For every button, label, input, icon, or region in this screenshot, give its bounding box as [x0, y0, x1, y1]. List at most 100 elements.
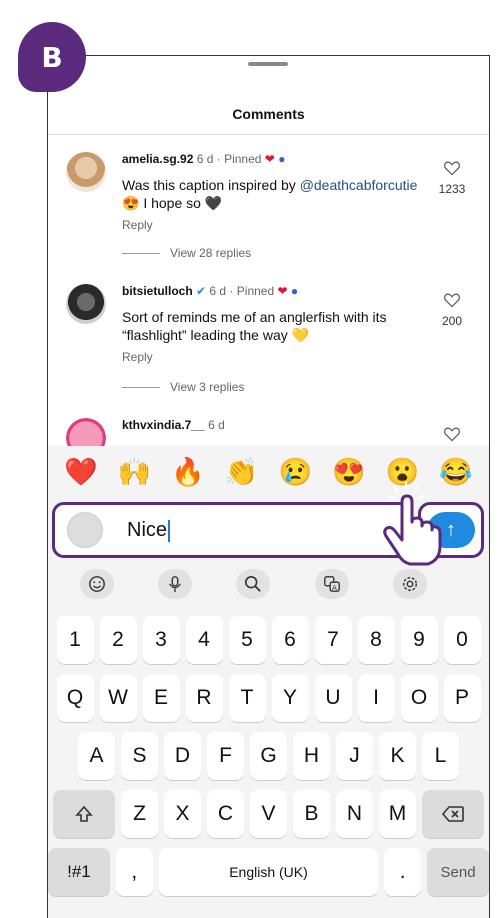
keyboard-row-numbers: 1 2 3 4 5 6 7 8 9 0 — [48, 616, 489, 664]
keyboard-row-qwerty: Q W E R T Y U I O P — [48, 674, 489, 722]
comment-meta: 6 d · Pinned — [196, 152, 262, 166]
text-caret — [168, 519, 171, 542]
keyboard-row-bottom: !#1 , English (UK) . Send — [48, 848, 489, 896]
key-1[interactable]: 1 — [56, 616, 94, 664]
svg-text:A: A — [332, 583, 337, 592]
shift-key[interactable] — [53, 790, 115, 838]
heart-outline-icon[interactable] — [443, 426, 461, 442]
shift-icon — [75, 805, 93, 822]
key-a[interactable]: A — [78, 732, 115, 780]
comment-input-highlight[interactable]: Nice — [52, 502, 412, 558]
comment-text: Was this caption inspired by @deathcabfo… — [122, 176, 422, 212]
comment-username[interactable]: amelia.sg.92 — [122, 152, 193, 166]
key-o[interactable]: O — [400, 674, 438, 722]
settings-icon[interactable] — [392, 569, 427, 599]
drag-handle[interactable] — [248, 62, 288, 66]
header-divider — [48, 134, 489, 135]
key-6[interactable]: 6 — [271, 616, 309, 664]
keyboard-row-asdf: A S D F G H J K L — [48, 732, 489, 780]
reply-button[interactable]: Reply — [122, 350, 153, 364]
raising-hands-emoji-button[interactable]: 🙌 — [118, 458, 152, 486]
key-z[interactable]: Z — [121, 790, 158, 838]
key-8[interactable]: 8 — [357, 616, 395, 664]
heart-emoji-icon: ❤ — [264, 152, 275, 166]
translate-icon[interactable]: A — [314, 569, 349, 599]
verified-icon: ● — [278, 152, 286, 166]
like-count: 200 — [441, 314, 463, 328]
keyboard-send-key[interactable]: Send — [427, 848, 489, 896]
like-count: 1233 — [438, 182, 466, 196]
key-n[interactable]: N — [336, 790, 373, 838]
laughing-face-emoji-button[interactable]: 😂 — [439, 458, 473, 486]
comment-header: amelia.sg.92 6 d · Pinned ❤ ● — [122, 152, 285, 166]
key-g[interactable]: G — [250, 732, 287, 780]
frame-right-border — [489, 55, 490, 918]
key-p[interactable]: P — [443, 674, 481, 722]
mic-icon[interactable] — [158, 569, 193, 599]
key-b[interactable]: B — [293, 790, 330, 838]
comment-meta: 6 d — [208, 418, 225, 432]
key-e[interactable]: E — [142, 674, 180, 722]
space-key[interactable]: English (UK) — [158, 848, 379, 896]
view-replies-button[interactable]: View 28 replies — [122, 246, 251, 260]
key-m[interactable]: M — [379, 790, 416, 838]
avatar[interactable] — [66, 284, 106, 324]
smile-icon[interactable] — [80, 569, 115, 599]
key-l[interactable]: L — [422, 732, 459, 780]
key-q[interactable]: Q — [56, 674, 94, 722]
key-c[interactable]: C — [207, 790, 244, 838]
step-badge: B — [18, 22, 86, 92]
key-f[interactable]: F — [207, 732, 244, 780]
heart-eyes-emoji-button[interactable]: 😍 — [332, 458, 366, 486]
avatar — [67, 512, 103, 548]
crying-face-emoji-button[interactable]: 😢 — [279, 458, 313, 486]
key-s[interactable]: S — [121, 732, 158, 780]
mention-link[interactable]: @deathcabforcutie — [300, 177, 418, 193]
reply-button[interactable]: Reply — [122, 218, 153, 232]
key-v[interactable]: V — [250, 790, 287, 838]
period-key[interactable]: . — [384, 848, 422, 896]
comment-input-value: Nice — [127, 519, 168, 541]
key-0[interactable]: 0 — [443, 616, 481, 664]
heart-outline-icon[interactable] — [443, 292, 461, 308]
view-replies-line — [122, 386, 160, 388]
key-x[interactable]: X — [164, 790, 201, 838]
comment-username[interactable]: bitsietulloch — [122, 284, 193, 298]
avatar[interactable] — [66, 152, 106, 192]
backspace-key[interactable] — [422, 790, 484, 838]
comment-text-part: 😍 I hope so 🖤 — [122, 195, 223, 211]
view-replies-label: View 28 replies — [170, 246, 252, 260]
key-k[interactable]: K — [379, 732, 416, 780]
key-r[interactable]: R — [185, 674, 223, 722]
heart-outline-icon[interactable] — [443, 160, 461, 176]
key-w[interactable]: W — [99, 674, 137, 722]
key-4[interactable]: 4 — [185, 616, 223, 664]
search-icon[interactable] — [236, 569, 271, 599]
red-heart-emoji-button[interactable]: ❤️ — [64, 458, 98, 486]
step-badge-label: B — [41, 40, 63, 74]
symbols-key[interactable]: !#1 — [48, 848, 110, 896]
comment-input[interactable]: Nice — [127, 519, 171, 542]
key-9[interactable]: 9 — [400, 616, 438, 664]
key-j[interactable]: J — [336, 732, 373, 780]
fire-emoji-button[interactable]: 🔥 — [171, 458, 205, 486]
key-t[interactable]: T — [228, 674, 266, 722]
key-h[interactable]: H — [293, 732, 330, 780]
arrow-up-icon: ↑ — [446, 518, 456, 541]
key-7[interactable]: 7 — [314, 616, 352, 664]
key-5[interactable]: 5 — [228, 616, 266, 664]
key-2[interactable]: 2 — [99, 616, 137, 664]
comma-key[interactable]: , — [115, 848, 153, 896]
key-y[interactable]: Y — [271, 674, 309, 722]
key-3[interactable]: 3 — [142, 616, 180, 664]
key-d[interactable]: D — [164, 732, 201, 780]
key-i[interactable]: I — [357, 674, 395, 722]
page-title: Comments — [232, 106, 305, 122]
keyboard-toolbar: A — [48, 564, 489, 604]
comment-meta: 6 d · Pinned — [209, 284, 275, 298]
view-replies-button[interactable]: View 3 replies — [122, 380, 244, 394]
key-u[interactable]: U — [314, 674, 352, 722]
heart-emoji-icon: ❤ — [277, 284, 288, 298]
clapping-hands-emoji-button[interactable]: 👏 — [225, 458, 259, 486]
comment-username[interactable]: kthvxindia.7__ — [122, 418, 205, 432]
